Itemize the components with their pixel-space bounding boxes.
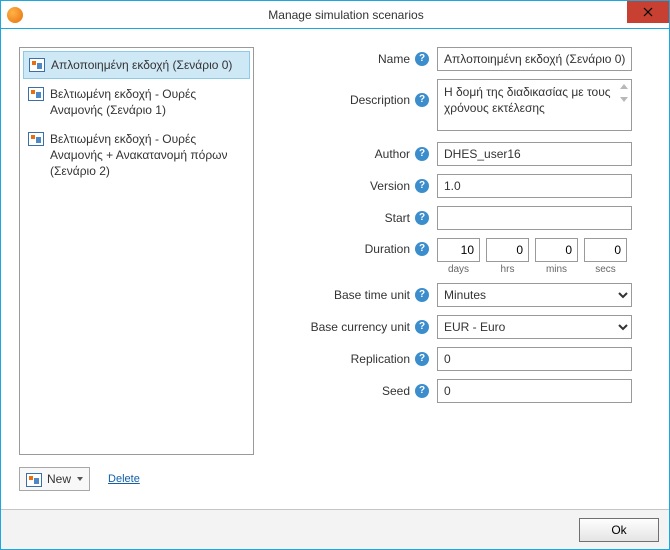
duration-days-unit: days: [437, 264, 480, 275]
ok-button[interactable]: Ok: [579, 518, 659, 542]
author-label: Author: [375, 147, 410, 161]
scenario-label: Απλοποιημένη εκδοχή (Σενάριο 0): [51, 57, 232, 73]
form-panel: Name ? Description ?: [274, 47, 651, 491]
version-input[interactable]: [437, 174, 632, 198]
duration-hrs-input[interactable]: [486, 238, 529, 262]
author-input[interactable]: [437, 142, 632, 166]
duration-hrs-unit: hrs: [486, 264, 529, 275]
window-title: Manage simulation scenarios: [23, 8, 669, 22]
base-currency-unit-select[interactable]: EUR - Euro: [437, 315, 632, 339]
scenario-panel: Απλοποιημένη εκδοχή (Σενάριο 0) Βελτιωμέ…: [19, 47, 254, 491]
duration-mins-unit: mins: [535, 264, 578, 275]
scroll-up-icon: [620, 84, 628, 89]
help-icon[interactable]: ?: [415, 320, 429, 334]
new-label: New: [47, 472, 71, 486]
help-icon[interactable]: ?: [415, 211, 429, 225]
seed-input[interactable]: [437, 379, 632, 403]
help-icon[interactable]: ?: [415, 179, 429, 193]
close-button[interactable]: [627, 1, 669, 23]
description-textarea[interactable]: [437, 79, 632, 131]
scenario-item-1[interactable]: Βελτιωμένη εκδοχή - Ουρές Αναμονής (Σενά…: [22, 80, 251, 124]
close-icon: [642, 6, 654, 18]
duration-days-input[interactable]: [437, 238, 480, 262]
new-scenario-button[interactable]: New: [19, 467, 90, 491]
start-input[interactable]: [437, 206, 632, 230]
scenario-label: Βελτιωμένη εκδοχή - Ουρές Αναμονής + Ανα…: [50, 131, 245, 180]
help-icon[interactable]: ?: [415, 52, 429, 66]
help-icon[interactable]: ?: [415, 147, 429, 161]
titlebar: Manage simulation scenarios: [1, 1, 669, 29]
version-label: Version: [370, 179, 410, 193]
scenario-icon: [29, 58, 45, 72]
scenario-icon: [28, 87, 44, 101]
dialog-body: Απλοποιημένη εκδοχή (Σενάριο 0) Βελτιωμέ…: [1, 29, 669, 509]
start-label: Start: [385, 211, 410, 225]
footer-bar: Ok: [1, 509, 669, 549]
scenario-list[interactable]: Απλοποιημένη εκδοχή (Σενάριο 0) Βελτιωμέ…: [19, 47, 254, 455]
replication-label: Replication: [351, 352, 410, 366]
duration-mins-input[interactable]: [535, 238, 578, 262]
name-input[interactable]: [437, 47, 632, 71]
textarea-scroll[interactable]: [618, 84, 630, 102]
list-actions: New Delete: [19, 467, 254, 491]
dialog-window: Manage simulation scenarios Απλοποιημένη…: [0, 0, 670, 550]
help-icon[interactable]: ?: [415, 288, 429, 302]
duration-secs-input[interactable]: [584, 238, 627, 262]
delete-scenario-link[interactable]: Delete: [108, 473, 140, 485]
dropdown-caret-icon: [77, 477, 83, 481]
base-time-unit-label: Base time unit: [334, 288, 410, 302]
scenario-item-2[interactable]: Βελτιωμένη εκδοχή - Ουρές Αναμονής + Ανα…: [22, 125, 251, 186]
help-icon[interactable]: ?: [415, 242, 429, 256]
base-time-unit-select[interactable]: Minutes: [437, 283, 632, 307]
scenario-new-icon: [26, 473, 42, 487]
duration-label: Duration: [365, 242, 410, 256]
help-icon[interactable]: ?: [415, 384, 429, 398]
scenario-label: Βελτιωμένη εκδοχή - Ουρές Αναμονής (Σενά…: [50, 86, 245, 118]
help-icon[interactable]: ?: [415, 93, 429, 107]
app-icon: [7, 7, 23, 23]
seed-label: Seed: [382, 384, 410, 398]
replication-input[interactable]: [437, 347, 632, 371]
help-icon[interactable]: ?: [415, 352, 429, 366]
name-label: Name: [378, 52, 410, 66]
description-label: Description: [350, 93, 410, 107]
scroll-down-icon: [620, 97, 628, 102]
duration-secs-unit: secs: [584, 264, 627, 275]
scenario-icon: [28, 132, 44, 146]
scenario-item-0[interactable]: Απλοποιημένη εκδοχή (Σενάριο 0): [23, 51, 250, 79]
base-currency-unit-label: Base currency unit: [311, 320, 410, 334]
